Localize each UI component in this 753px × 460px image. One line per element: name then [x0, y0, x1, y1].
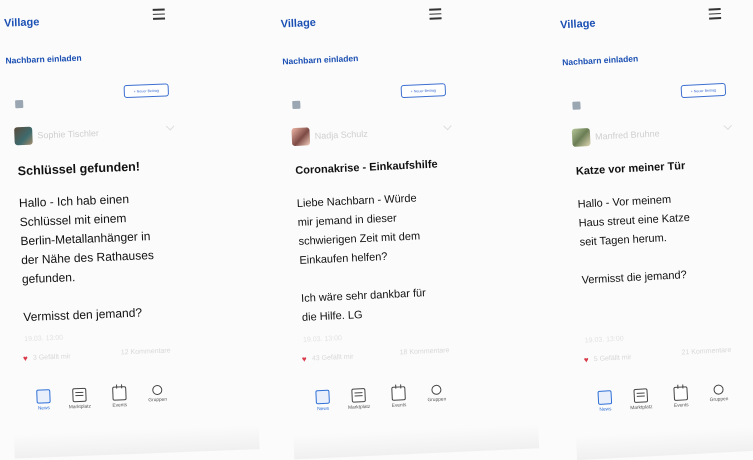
post-timestamp: 19.03. 13:00 [24, 334, 64, 344]
heart-icon[interactable]: ♥ [302, 355, 307, 364]
post-timestamp: 19.03. 13:00 [302, 335, 343, 344]
like-count[interactable]: 3 Gefällt mir [33, 353, 71, 361]
heart-icon[interactable]: ♥ [584, 355, 589, 364]
groups-icon [152, 384, 163, 396]
marketplace-icon [351, 388, 366, 403]
marketplace-icon [633, 388, 649, 404]
tab-events[interactable]: Events [381, 386, 416, 410]
hamburger-menu-icon[interactable] [429, 8, 442, 20]
avatar [572, 101, 581, 110]
tab-marktplatz[interactable]: Marktplatz [623, 388, 658, 412]
chevron-down-icon[interactable] [723, 121, 732, 130]
tab-label: Events [673, 403, 689, 409]
bottom-fade [293, 424, 540, 460]
tab-events[interactable]: Events [663, 386, 698, 410]
calendar-icon [391, 386, 406, 401]
chevron-down-icon[interactable] [165, 122, 175, 131]
author-avatar[interactable] [291, 127, 311, 147]
new-post-button[interactable]: + Neuer Beitrag [680, 82, 727, 99]
author-name[interactable]: Manfred Bruhne [595, 128, 660, 141]
invite-neighbors-link[interactable]: Nachbarn einladen [282, 53, 358, 66]
phone-screen-3: Village Nachbarn einladen + Neuer Beitra… [553, 0, 753, 460]
tab-label: Gruppen [427, 397, 447, 404]
bottom-tab-bar: News Marktplatz Events Gruppen [597, 382, 753, 425]
groups-icon [713, 384, 724, 395]
post-title: Schlüssel gefunden! [17, 159, 141, 179]
tab-label: Marktplatz [68, 404, 92, 411]
tab-news[interactable]: News [587, 390, 622, 414]
calendar-icon [112, 386, 127, 401]
like-count[interactable]: 5 Gefällt mir [594, 354, 632, 363]
news-icon [36, 389, 51, 404]
avatar [15, 99, 24, 109]
phone-screen-2: Village Nachbarn einladen + Neuer Beitra… [274, 0, 540, 460]
tab-label: Events [112, 403, 128, 409]
app-brand[interactable]: Village [280, 17, 316, 31]
author-name[interactable]: Sophie Tischler [37, 128, 99, 140]
heart-icon[interactable]: ♥ [23, 354, 28, 363]
invite-neighbors-link[interactable]: Nachbarn einladen [562, 53, 638, 67]
tab-gruppen[interactable]: Gruppen [419, 384, 454, 404]
avatar [292, 100, 301, 110]
app-brand[interactable]: Village [560, 18, 596, 32]
new-post-button[interactable]: + Neuer Beitrag [400, 83, 447, 99]
post-body: Liebe Nachbarn - Würde mir jemand in die… [296, 192, 427, 324]
bottom-tab-bar: News Marktplatz Events Gruppen [315, 383, 486, 425]
tab-news[interactable]: News [26, 389, 61, 412]
tab-marktplatz[interactable]: Marktplatz [341, 388, 376, 412]
tab-label: News [599, 407, 612, 413]
author-name[interactable]: Nadja Schulz [315, 129, 368, 141]
tab-label: News [37, 406, 51, 412]
tab-label: Marktplatz [347, 404, 371, 411]
author-avatar[interactable] [14, 126, 33, 146]
tab-label: Events [391, 403, 407, 409]
author-avatar[interactable] [571, 127, 591, 147]
tab-events[interactable]: Events [102, 386, 137, 409]
post-title: Katze vor meiner Tür [575, 160, 686, 178]
comment-count[interactable]: 21 Kommentare [681, 347, 731, 357]
tab-label: Gruppen [709, 397, 729, 404]
marketplace-icon [72, 387, 87, 403]
like-count[interactable]: 43 Gefällt mir [312, 354, 354, 363]
tab-label: Marktplatz [630, 405, 653, 412]
post-timestamp: 19.03. 13:00 [584, 335, 624, 345]
new-post-button[interactable]: + Neuer Beitrag [123, 83, 170, 99]
bottom-tab-bar: News Marktplatz Events Gruppen [36, 383, 207, 424]
calendar-icon [673, 386, 689, 401]
post-body: Hallo - Ich hab einen Schlüssel mit eine… [18, 191, 155, 325]
invite-neighbors-link[interactable]: Nachbarn einladen [5, 53, 81, 66]
app-brand[interactable]: Village [4, 16, 40, 29]
tab-label: Gruppen [148, 397, 168, 404]
news-icon [597, 390, 613, 405]
tab-marktplatz[interactable]: Marktplatz [62, 387, 97, 410]
tab-news[interactable]: News [305, 389, 340, 413]
tab-gruppen[interactable]: Gruppen [140, 384, 175, 403]
chevron-down-icon[interactable] [443, 121, 452, 131]
post-title: Coronakrise - Einkaufshilfe [295, 158, 438, 177]
comment-count[interactable]: 12 Kommentare [121, 347, 171, 356]
groups-icon [431, 384, 442, 396]
bottom-fade [575, 423, 753, 460]
tab-gruppen[interactable]: Gruppen [701, 384, 736, 404]
news-icon [315, 389, 330, 405]
tab-label: News [317, 406, 330, 413]
hamburger-menu-icon[interactable] [152, 8, 166, 20]
post-body: Hallo - Vor meinem Haus streut eine Katz… [577, 193, 691, 287]
phone-screen-1: Village Nachbarn einladen + Neuer Beitra… [0, 0, 260, 459]
hamburger-menu-icon[interactable] [708, 7, 722, 20]
comment-count[interactable]: 18 Kommentare [400, 347, 450, 356]
